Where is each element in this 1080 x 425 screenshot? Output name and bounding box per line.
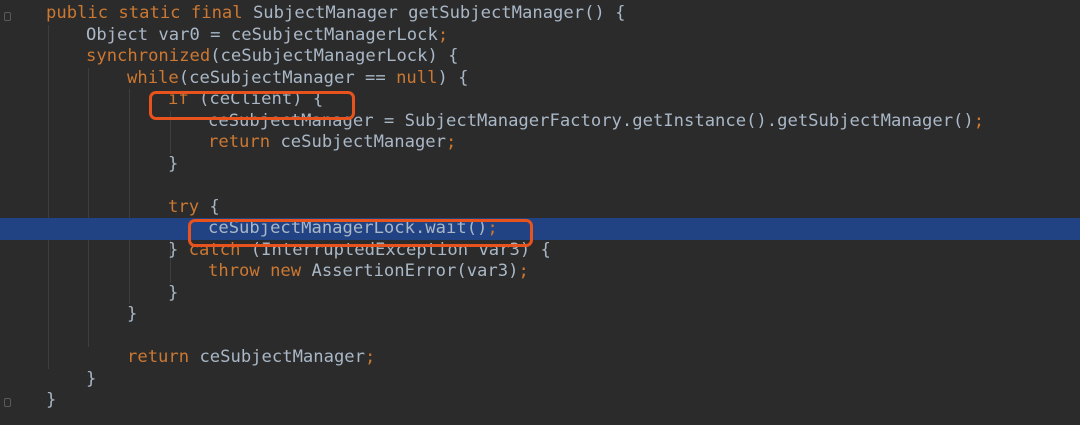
- code-line[interactable]: }: [0, 390, 1080, 412]
- code-text: public static final SubjectManager getSu…: [46, 3, 625, 25]
- keyword-token: return: [127, 347, 190, 367]
- code-token: SubjectManager getSubjectManager() {: [242, 3, 626, 23]
- code-text: throw new AssertionError(var3);: [208, 261, 529, 283]
- code-line[interactable]: }: [0, 283, 1080, 305]
- code-line[interactable]: }: [0, 304, 1080, 326]
- keyword-token: ;: [973, 110, 985, 131]
- code-text: return ceSubjectManager;: [208, 132, 456, 154]
- code-token: (ceSubjectManagerLock) {: [210, 46, 459, 66]
- code-line[interactable]: } catch (InterruptedException var3) {: [0, 240, 1080, 262]
- code-token: AssertionError(var3): [301, 261, 519, 281]
- code-token: Object var0 = ceSubjectManagerLock: [86, 24, 438, 45]
- code-token: }: [86, 368, 97, 389]
- code-line[interactable]: Object var0 = ceSubjectManagerLock;: [0, 25, 1080, 47]
- code-text: try {: [168, 197, 220, 219]
- code-token: ) {: [437, 67, 469, 88]
- current-code-line[interactable]: ceSubjectManagerLock.wait();: [0, 218, 1080, 240]
- code-line[interactable]: }: [0, 369, 1080, 391]
- code-token: }: [168, 282, 179, 303]
- code-line[interactable]: synchronized(ceSubjectManagerLock) {: [0, 46, 1080, 68]
- code-token: (ceSubjectManager ==: [178, 67, 397, 88]
- annotation-box: [149, 91, 355, 120]
- keyword-token: synchronized: [86, 46, 211, 66]
- code-text: Object var0 = ceSubjectManagerLock;: [86, 25, 448, 47]
- keyword-token: ;: [518, 261, 529, 281]
- code-token: }: [168, 153, 179, 174]
- code-line[interactable]: public static final SubjectManager getSu…: [0, 3, 1080, 25]
- code-editor[interactable]: public static final SubjectManager getSu…: [0, 0, 1080, 425]
- keyword-token: while: [127, 67, 179, 88]
- code-text: }: [168, 283, 178, 305]
- code-text: }: [127, 304, 137, 326]
- keyword-token: return: [208, 132, 271, 152]
- code-token: }: [127, 304, 138, 324]
- keyword-token: ;: [365, 347, 376, 367]
- code-token: {: [199, 196, 220, 217]
- annotation-box: [188, 219, 533, 247]
- code-token: ceSubjectManager: [189, 347, 366, 367]
- keyword-token: ;: [437, 24, 449, 45]
- code-text: }: [168, 154, 178, 176]
- code-text: }: [86, 369, 96, 391]
- code-line[interactable]: return ceSubjectManager;: [0, 347, 1080, 369]
- keyword-token: try: [168, 196, 200, 217]
- code-text: synchronized(ceSubjectManagerLock) {: [86, 46, 459, 68]
- code-line[interactable]: return ceSubjectManager;: [0, 132, 1080, 154]
- keyword-token: null: [396, 67, 438, 88]
- code-token: }: [168, 239, 189, 260]
- code-line[interactable]: throw new AssertionError(var3);: [0, 261, 1080, 283]
- keyword-token: throw new: [208, 261, 302, 281]
- code-token: }: [46, 390, 57, 410]
- code-text: }: [46, 390, 56, 412]
- code-line[interactable]: [0, 326, 1080, 348]
- keyword-token: ;: [446, 132, 457, 152]
- code-line[interactable]: [0, 175, 1080, 197]
- code-text: while(ceSubjectManager == null) {: [127, 68, 469, 90]
- code-line[interactable]: }: [0, 154, 1080, 176]
- code-line[interactable]: while(ceSubjectManager == null) {: [0, 68, 1080, 90]
- code-token: ceSubjectManager: [270, 132, 447, 152]
- code-line[interactable]: try {: [0, 197, 1080, 219]
- code-text: return ceSubjectManager;: [127, 347, 375, 369]
- keyword-token: public static final: [46, 3, 243, 23]
